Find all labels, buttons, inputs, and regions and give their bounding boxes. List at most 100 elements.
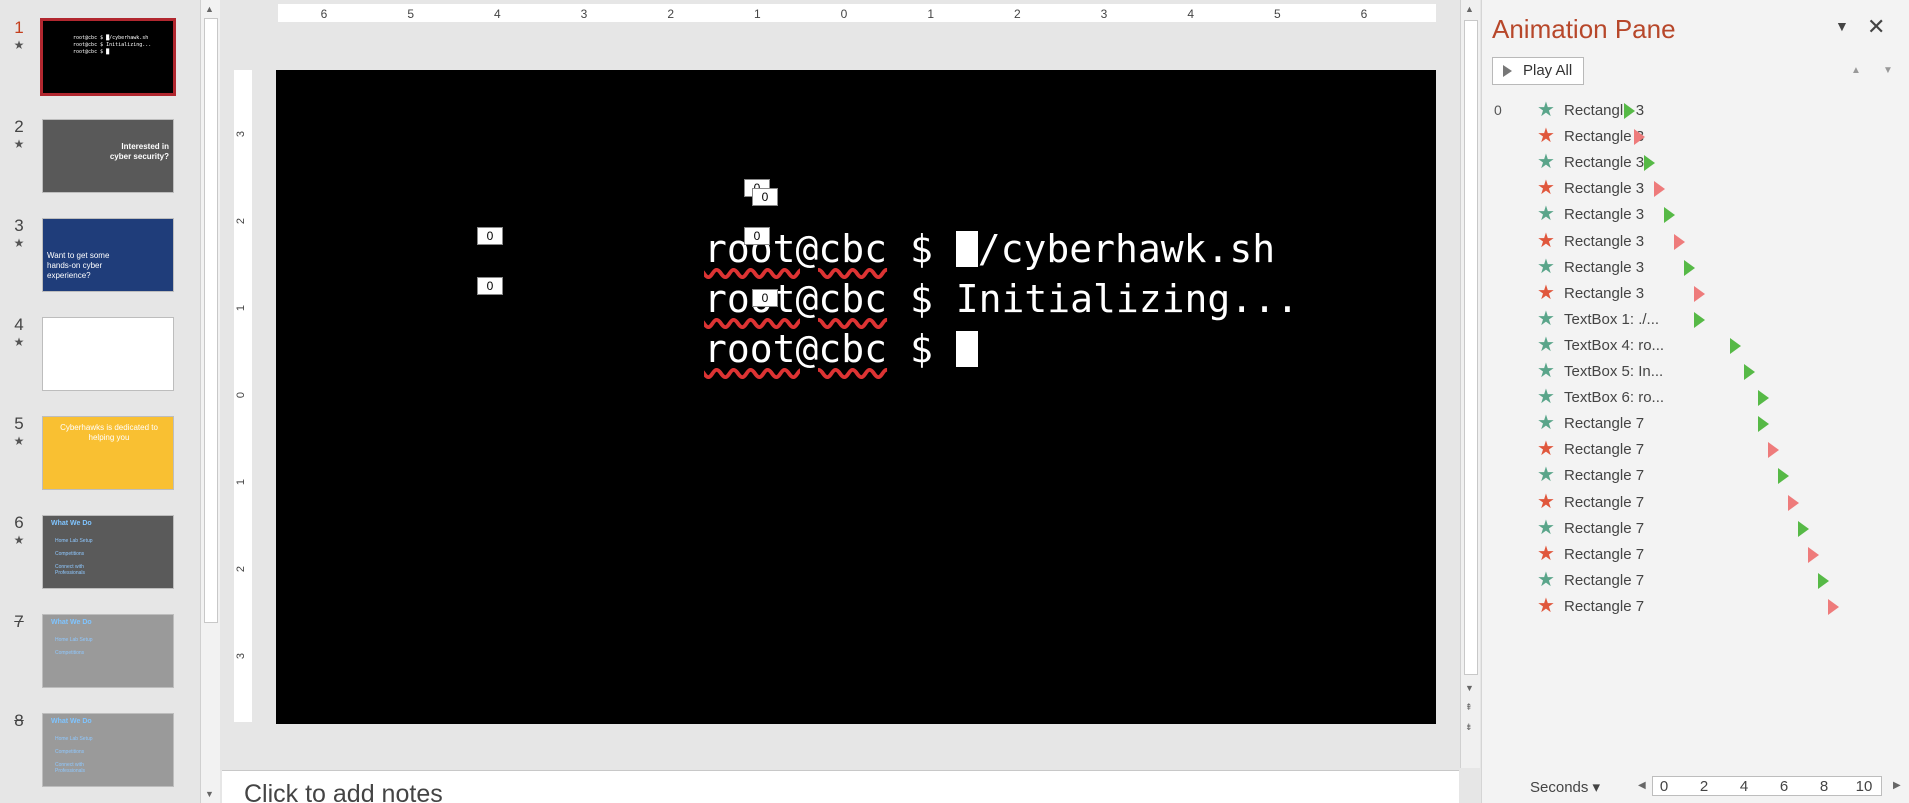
animation-item[interactable]: ★ Rectangle 7 — [1482, 437, 1909, 463]
entrance-effect-icon: ★ — [1537, 333, 1555, 356]
scroll-up-icon[interactable]: ▲ — [205, 4, 214, 14]
animation-item-label: TextBox 5: In... — [1564, 363, 1664, 380]
animation-item[interactable]: ★ TextBox 6: ro... — [1482, 385, 1909, 411]
slide-thumbnail-row[interactable]: 1 ★ root@cbc $ █/cyberhawk.sh root@cbc $ In… — [0, 18, 200, 98]
timing-bar-icon[interactable] — [1768, 442, 1779, 459]
timeline-bar: Seconds ▾ ◀ 0 2 4 6 8 10 ▶ — [1482, 766, 1909, 803]
slide-thumbnail-row[interactable]: 4 ★ — [0, 315, 200, 395]
slide-thumbnail-row[interactable]: 2 ★ Interested in cyber security? — [0, 117, 200, 197]
timing-bar-icon[interactable] — [1744, 364, 1755, 380]
slide-thumbnail[interactable]: What We Do Home Lab Setup Competitions Conn… — [42, 713, 174, 787]
thumbnails-scrollbar[interactable]: ▲ ▼ — [200, 0, 220, 803]
animation-item[interactable]: ★ TextBox 1: ./... — [1482, 307, 1909, 333]
animation-item[interactable]: ★ Rectangle 7 — [1482, 463, 1909, 489]
animation-item[interactable]: ★ Rectangle 7 — [1482, 542, 1909, 568]
timing-bar-icon[interactable] — [1788, 494, 1799, 511]
slide-thumbnail-row[interactable]: 5 ★ Cyberhawks is dedicated to helping you — [0, 414, 200, 494]
timing-bar-icon[interactable] — [1684, 259, 1695, 276]
timeline-left-icon[interactable]: ◀ — [1638, 780, 1646, 791]
ruler-label: 2 — [235, 565, 248, 573]
scrollbar-thumb[interactable] — [204, 18, 218, 623]
close-icon[interactable]: ✕ — [1867, 14, 1885, 40]
animation-item[interactable]: ★ Rectangle 3 — [1482, 150, 1909, 176]
slide-thumbnail[interactable]: What We Do Home Lab Setup Competitions — [42, 614, 174, 688]
slide-number: 4 — [14, 315, 24, 334]
move-up-icon[interactable]: ▲ — [1842, 57, 1870, 85]
animation-star-icon: ★ — [13, 236, 25, 250]
animation-item[interactable]: ★ TextBox 4: ro... — [1482, 333, 1909, 359]
slide-thumbnail[interactable]: Want to get some hands-on cyber experien… — [42, 218, 174, 292]
animation-item[interactable]: ★ Rectangle 7 — [1482, 411, 1909, 437]
slide-thumbnail-row[interactable]: 7 What We Do Home Lab Setup Competitions — [0, 612, 200, 692]
editor-scrollbar[interactable]: ▲ ▼ ⇞ ⇟ — [1460, 0, 1480, 768]
animation-item[interactable]: ★ Rectangle 3 — [1482, 281, 1909, 307]
terminal-line-3[interactable]: root@cbc $ — [521, 283, 978, 415]
animation-item[interactable]: ★ Rectangle 3 — [1482, 202, 1909, 228]
slide-number: 5 — [14, 414, 24, 433]
timeline-scale[interactable]: 0 2 4 6 8 10 — [1652, 776, 1882, 796]
slide-thumbnail-row[interactable]: 3 ★ Want to get some hands-on cyber experi… — [0, 216, 200, 296]
entrance-effect-icon: ★ — [1537, 360, 1555, 382]
scroll-up-icon[interactable]: ▲ — [1465, 4, 1474, 14]
animation-item[interactable]: 0 ★ Rectangle 3 — [1482, 98, 1909, 124]
timing-bar-icon[interactable] — [1694, 311, 1705, 328]
animation-item[interactable]: ★ Rectangle 7 — [1482, 594, 1909, 620]
timing-bar-icon[interactable] — [1818, 572, 1829, 589]
previous-slide-icon[interactable]: ⇞ — [1465, 702, 1473, 713]
animation-item[interactable]: ★ Rectangle 3 — [1482, 229, 1909, 255]
animation-item[interactable]: ★ Rectangle 3 — [1482, 255, 1909, 281]
entrance-effect-icon: ★ — [1537, 412, 1555, 435]
animation-item[interactable]: ★ Rectangle 7 — [1482, 568, 1909, 594]
slide-thumbnail-row[interactable]: 6 ★ What We Do Home Lab Setup Competitions Co… — [0, 513, 200, 593]
timing-bar-icon[interactable] — [1634, 129, 1645, 146]
animation-item[interactable]: ★ Rectangle 7 — [1482, 516, 1909, 542]
animation-tag[interactable]: 0 — [744, 227, 770, 245]
timing-bar-icon[interactable] — [1664, 207, 1675, 224]
scrollbar-thumb[interactable] — [1464, 20, 1478, 675]
next-slide-icon[interactable]: ⇟ — [1465, 722, 1473, 733]
seconds-dropdown[interactable]: Seconds ▾ — [1530, 778, 1600, 796]
animation-tag[interactable]: 0 — [477, 227, 503, 245]
timing-bar-icon[interactable] — [1808, 546, 1819, 563]
slide-canvas[interactable]: root@cbc $ /cyberhawk.sh root@cbc $ Init… — [276, 70, 1436, 724]
timing-bar-icon[interactable] — [1778, 468, 1789, 485]
scroll-down-icon[interactable]: ▼ — [1465, 683, 1474, 693]
timing-bar-icon[interactable] — [1758, 390, 1769, 407]
timeline-right-icon[interactable]: ▶ — [1893, 780, 1901, 791]
thumbnail-text: root@cbc $ █/cyberhawk.sh — [73, 35, 149, 41]
timing-bar-icon[interactable] — [1798, 520, 1809, 537]
scroll-down-icon[interactable]: ▼ — [205, 789, 214, 799]
timing-bar-icon[interactable] — [1674, 233, 1685, 250]
timing-bar-icon[interactable] — [1730, 337, 1741, 354]
slide-thumbnail[interactable]: What We Do Home Lab Setup Competitions Conn… — [42, 515, 174, 589]
notes-placeholder[interactable]: Click to add notes — [244, 780, 443, 803]
timing-bar-icon[interactable] — [1644, 155, 1655, 172]
exit-effect-icon: ★ — [1537, 281, 1555, 304]
slide-thumbnail[interactable] — [42, 317, 174, 391]
animation-item[interactable]: ★ Rectangle 3 — [1482, 176, 1909, 202]
slide-thumbnail[interactable]: Cyberhawks is dedicated to helping you — [42, 416, 174, 490]
animation-order: 0 — [1494, 102, 1502, 118]
chevron-down-icon[interactable]: ▼ — [1835, 18, 1849, 34]
timing-bar-icon[interactable] — [1624, 103, 1635, 119]
slide-thumbnail[interactable]: Interested in cyber security? — [42, 119, 174, 193]
animation-item[interactable]: ★ TextBox 5: In... — [1482, 359, 1909, 385]
thumbnail-text: Cyberhawks is dedicated to helping you — [60, 423, 158, 442]
slide-thumbnail[interactable]: root@cbc $ █/cyberhawk.sh root@cbc $ Init… — [40, 18, 176, 96]
animation-item[interactable]: ★ Rectangle 7 — [1482, 490, 1909, 516]
slide-number: 2 — [14, 117, 24, 136]
timing-bar-icon[interactable] — [1694, 285, 1705, 302]
timing-bar-icon[interactable] — [1758, 416, 1769, 433]
animation-item[interactable]: ★ Rectangle 3 — [1482, 124, 1909, 150]
slide-thumbnail-row[interactable]: 8 What We Do Home Lab Setup Competitions Con… — [0, 711, 200, 791]
animation-tag[interactable]: 0 — [752, 289, 778, 307]
animation-tag[interactable]: 0 — [752, 188, 778, 206]
animation-tag[interactable]: 0 — [477, 277, 503, 295]
timing-bar-icon[interactable] — [1654, 181, 1665, 198]
thumbnail-text: Connect with Professionals — [55, 564, 86, 576]
thumbnail-title: What We Do — [51, 718, 92, 725]
play-all-button[interactable]: Play All — [1492, 57, 1584, 85]
timing-bar-icon[interactable] — [1828, 598, 1839, 615]
move-down-icon[interactable]: ▼ — [1874, 57, 1902, 85]
notes-pane[interactable]: Click to add notes — [222, 770, 1459, 803]
